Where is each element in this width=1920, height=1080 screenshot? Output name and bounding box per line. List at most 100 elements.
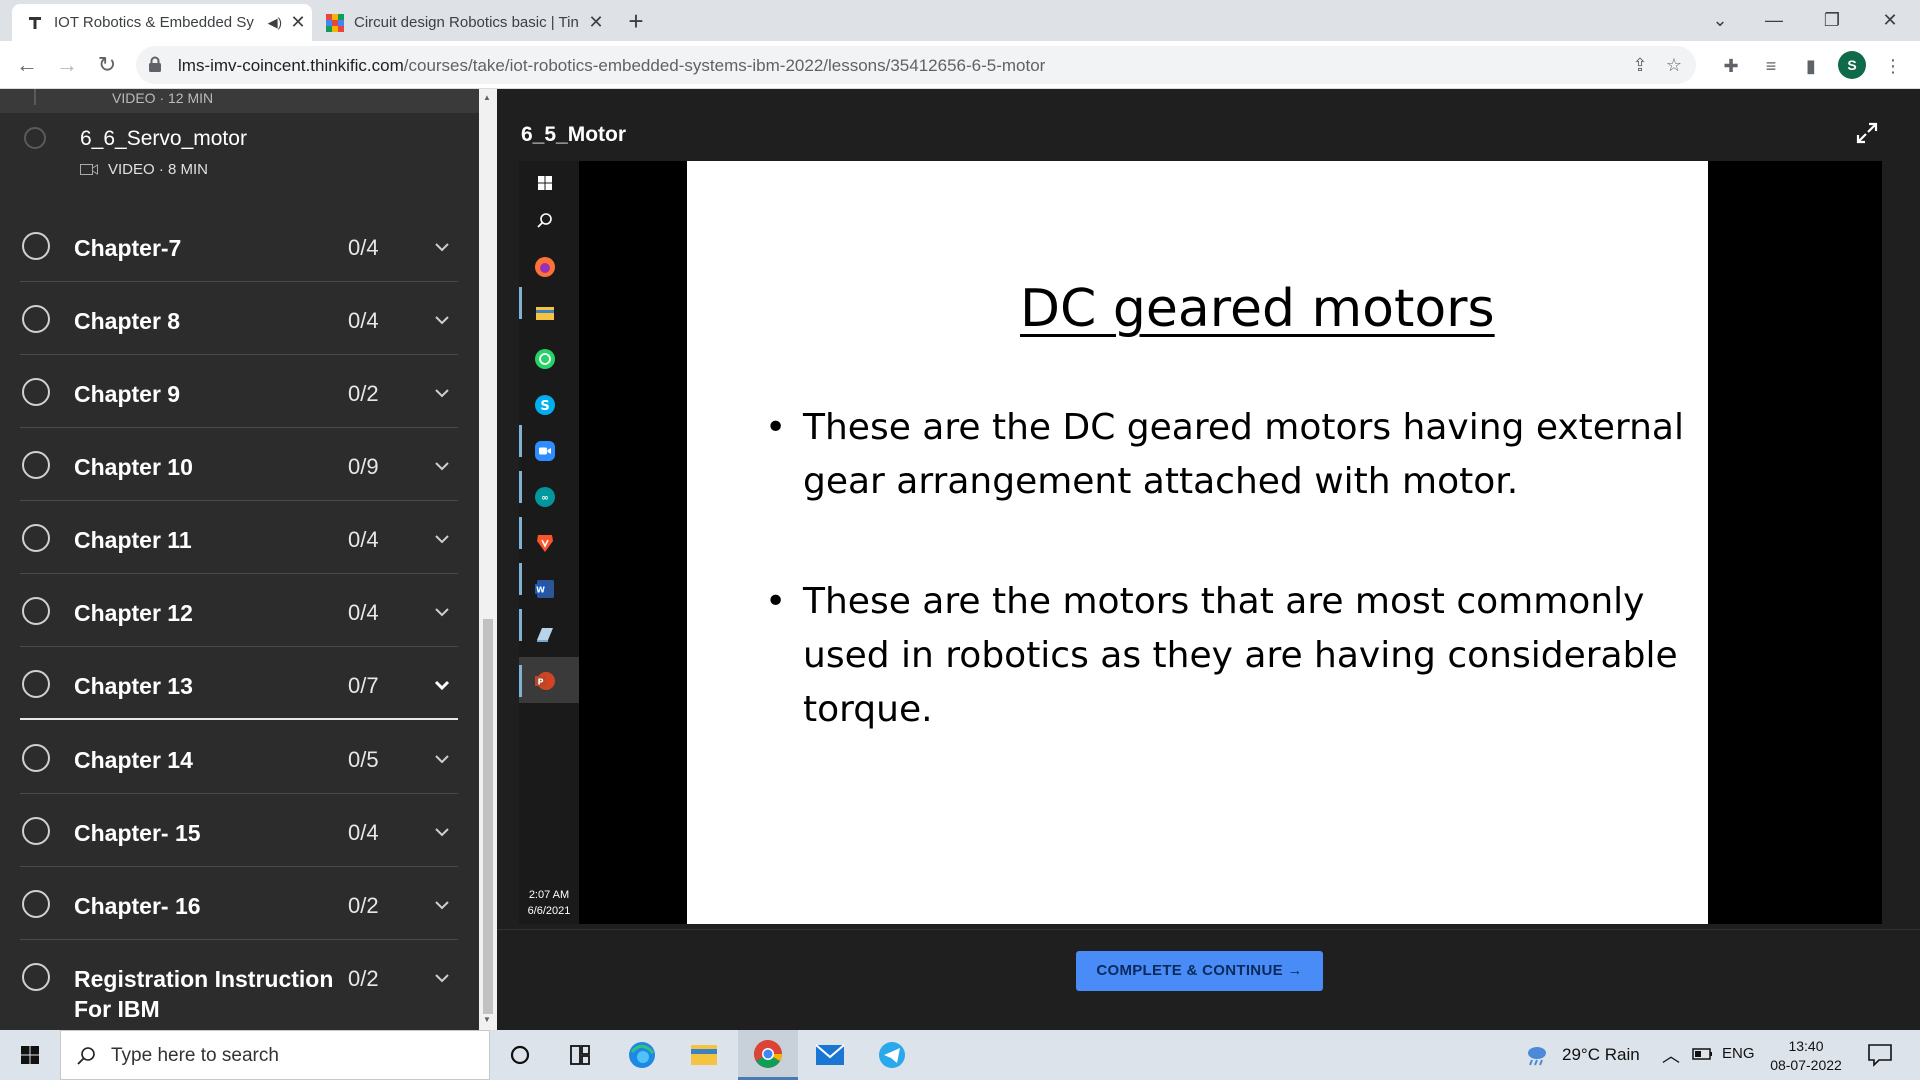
chevron-down-icon[interactable] [434, 388, 450, 398]
address-bar[interactable]: lms-imv-coincent.thinkific.com/courses/t… [136, 46, 1696, 84]
weather-text[interactable]: 29°C Rain [1562, 1045, 1640, 1065]
lesson-item-servo-motor[interactable]: 6_6_Servo_motor VIDEO · 8 MIN [0, 89, 479, 209]
new-tab-button[interactable]: + [622, 8, 650, 36]
slide-title: DC geared motors [1020, 279, 1495, 339]
scroll-down-arrow-icon[interactable]: ▼ [483, 1015, 491, 1024]
clock-time: 13:40 [1788, 1038, 1824, 1054]
chapter-status-circle [22, 305, 50, 333]
task-view-icon[interactable] [550, 1030, 610, 1080]
chevron-down-icon[interactable] [434, 973, 450, 983]
chevron-down-icon[interactable] [434, 315, 450, 325]
restore-button[interactable]: ❐ [1812, 4, 1852, 36]
chapter-item-14[interactable]: Chapter 14 0/5 [20, 721, 458, 794]
url-text: lms-imv-coincent.thinkific.com/courses/t… [178, 56, 1045, 76]
search-icon [77, 1047, 95, 1065]
running-app-indicator [519, 665, 522, 697]
reload-button[interactable]: ↻ [92, 50, 122, 80]
chapter-status-circle [22, 524, 50, 552]
search-placeholder: Type here to search [111, 1045, 279, 1066]
chapter-item-11[interactable]: Chapter 11 0/4 [20, 501, 458, 574]
file-explorer-icon[interactable] [674, 1030, 734, 1080]
chapter-item-10[interactable]: Chapter 10 0/9 [20, 428, 458, 501]
sidebar-scrollbar[interactable]: ▲ ▼ [479, 89, 497, 1030]
taskbar-search-input[interactable]: Type here to search [60, 1030, 490, 1080]
chapter-item-7[interactable]: Chapter-7 0/4 [20, 209, 458, 282]
chapter-item-15[interactable]: Chapter- 15 0/4 [20, 794, 458, 867]
brave-icon [537, 535, 553, 552]
chapter-status-circle [22, 963, 50, 991]
chapter-item-registration[interactable]: Registration Instruction For IBM 0/2 [20, 940, 458, 1030]
zoom-icon [535, 441, 555, 461]
chevron-down-icon[interactable] [434, 461, 450, 471]
extensions-icon[interactable]: ✚ [1718, 53, 1744, 79]
chevron-down-icon[interactable] [434, 827, 450, 837]
video-taskbar-clock: 2:07 AM 6/6/2021 [523, 887, 575, 919]
chapter-status-circle [22, 890, 50, 918]
taskbar-clock[interactable]: 13:40 08-07-2022 [1768, 1037, 1844, 1075]
chapter-title: Registration Instruction For IBM [74, 966, 334, 1022]
browser-menu-icon[interactable]: ⋮ [1880, 53, 1906, 79]
cortana-icon[interactable] [490, 1030, 550, 1080]
chevron-down-icon[interactable] [434, 900, 450, 910]
tab-circuit-design[interactable]: Circuit design Robotics basic | Tin ✕ [312, 4, 610, 41]
tab-title: IOT Robotics & Embedded Sy [54, 14, 254, 31]
previous-lesson-strip[interactable]: VIDEO · 12 MIN [0, 89, 479, 113]
clock-date: 08-07-2022 [1770, 1057, 1842, 1073]
svg-text:S: S [540, 399, 549, 414]
chapter-progress: 0/7 [348, 673, 379, 698]
chevron-down-icon[interactable] [434, 680, 450, 690]
language-indicator[interactable]: ENG [1722, 1045, 1755, 1062]
chevron-down-icon[interactable] [434, 242, 450, 252]
chapter-item-8[interactable]: Chapter 8 0/4 [20, 282, 458, 355]
close-window-button[interactable]: ✕ [1870, 4, 1910, 36]
battery-icon[interactable] [1692, 1047, 1714, 1061]
rain-weather-icon[interactable] [1524, 1044, 1550, 1068]
lesson-header-title: 6_5_Motor [521, 123, 627, 146]
chapter-item-13[interactable]: Chapter 13 0/7 [20, 647, 458, 720]
profile-avatar[interactable]: S [1838, 51, 1866, 79]
chapter-progress: 0/4 [348, 820, 379, 845]
windows-start-icon[interactable] [0, 1030, 60, 1080]
close-tab-icon[interactable]: ✕ [284, 12, 312, 33]
chevron-up-icon[interactable]: ︿ [1662, 1042, 1680, 1068]
chapter-status-circle [22, 378, 50, 406]
chevron-down-icon[interactable] [434, 534, 450, 544]
lesson-header: 6_5_Motor [497, 89, 1920, 161]
lesson-meta: VIDEO · 8 MIN [80, 161, 208, 178]
chapter-item-16[interactable]: Chapter- 16 0/2 [20, 867, 458, 940]
video-player[interactable]: S ∞ W P 2:07 AM 6/6/2021 DC geared motor… [519, 161, 1882, 924]
chrome-taskbar-button[interactable] [738, 1030, 798, 1080]
telegram-icon[interactable] [862, 1030, 922, 1080]
whatsapp-icon [535, 349, 555, 369]
share-icon[interactable]: ⇪ [1628, 53, 1652, 77]
chapter-status-circle [22, 451, 50, 479]
chapter-progress: 0/2 [348, 966, 379, 991]
notification-icon[interactable] [1866, 1042, 1894, 1068]
lock-icon[interactable] [148, 56, 162, 72]
speaker-icon[interactable]: ◀) [268, 15, 282, 31]
previous-lesson-meta: VIDEO · 12 MIN [112, 90, 214, 106]
side-panel-icon[interactable]: ▮ [1798, 53, 1824, 79]
chapter-item-12[interactable]: Chapter 12 0/4 [20, 574, 458, 647]
tab-search-chevron-icon[interactable]: ⌄ [1700, 4, 1740, 36]
chapter-item-9[interactable]: Chapter 9 0/2 [20, 355, 458, 428]
scroll-up-arrow-icon[interactable]: ▲ [483, 93, 491, 102]
media-control-icon[interactable]: ≡ [1758, 53, 1784, 79]
tab-iot-robotics[interactable]: IOT Robotics & Embedded Sy ◀) ✕ [12, 4, 312, 41]
complete-and-continue-button[interactable]: COMPLETE & CONTINUE → [1076, 951, 1323, 991]
close-tab-icon[interactable]: ✕ [582, 12, 610, 33]
chapter-title: Chapter 8 [74, 308, 181, 334]
scrollbar-thumb[interactable] [483, 619, 493, 1014]
chapter-title: Chapter-7 [74, 235, 182, 261]
chapter-progress: 0/4 [348, 308, 379, 333]
back-button[interactable]: ← [12, 50, 42, 80]
chapter-status-circle [22, 232, 50, 260]
minimize-button[interactable]: — [1754, 4, 1794, 36]
expand-icon[interactable] [1856, 122, 1878, 144]
edge-icon[interactable] [612, 1030, 672, 1080]
chevron-down-icon[interactable] [434, 754, 450, 764]
chevron-down-icon[interactable] [434, 607, 450, 617]
mail-icon[interactable] [800, 1030, 860, 1080]
forward-button[interactable]: → [52, 50, 82, 80]
bookmark-star-icon[interactable]: ☆ [1662, 53, 1686, 77]
